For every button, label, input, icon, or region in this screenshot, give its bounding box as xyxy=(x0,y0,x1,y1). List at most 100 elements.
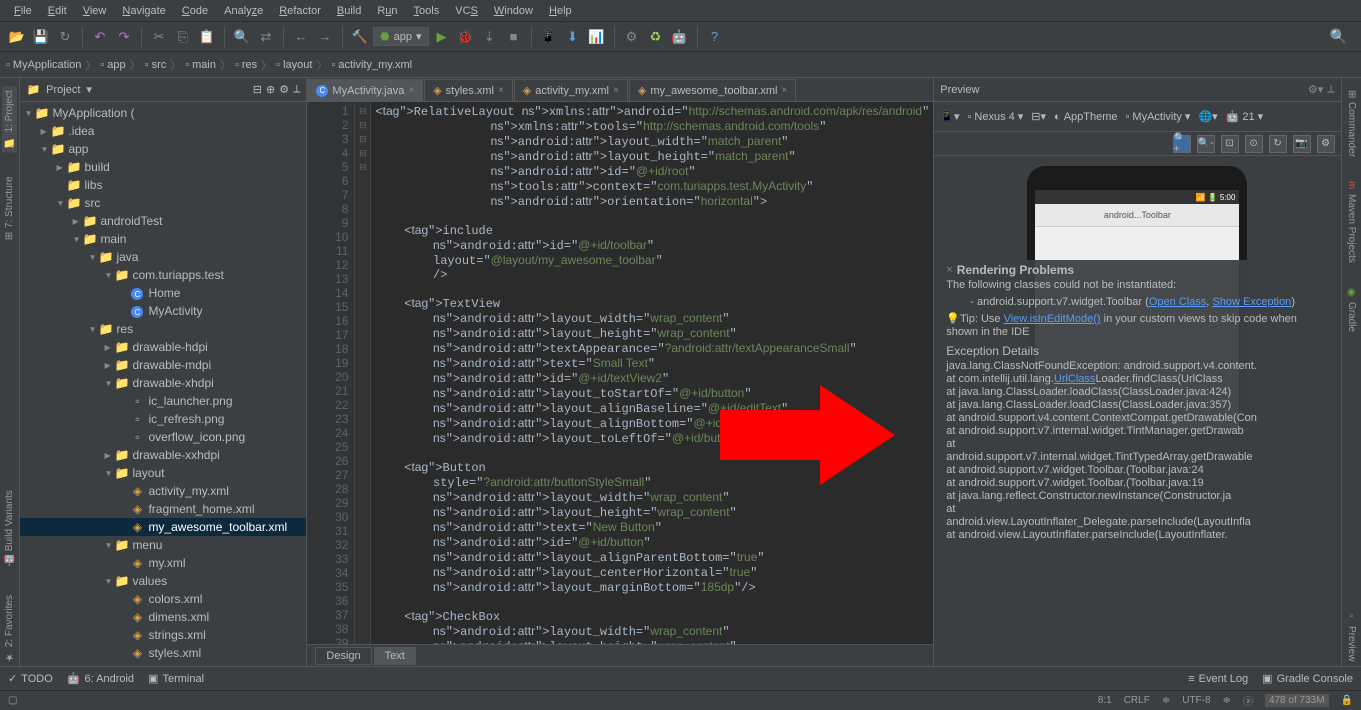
hide-icon[interactable]: ⟂ xyxy=(293,83,300,96)
gradle-console-button[interactable]: ▣ Gradle Console xyxy=(1262,672,1353,685)
scroll-icon[interactable]: ⊕ xyxy=(266,83,275,96)
menu-tools[interactable]: Tools xyxy=(406,5,448,17)
menu-build[interactable]: Build xyxy=(329,5,369,17)
memory-indicator[interactable]: 478 of 733M xyxy=(1265,694,1329,707)
indent-icon[interactable]: ⓐ xyxy=(1243,693,1253,708)
tree-row[interactable]: ▼📁java xyxy=(20,248,306,266)
close-icon[interactable]: × xyxy=(498,85,504,96)
menu-help[interactable]: Help xyxy=(541,5,580,17)
tree-row[interactable]: ◈colors.xml xyxy=(20,590,306,608)
menu-analyze[interactable]: Analyze xyxy=(216,5,271,17)
tree-row[interactable]: ▶📁build xyxy=(20,158,306,176)
close-icon[interactable]: × xyxy=(781,85,787,96)
show-exception-link[interactable]: Show Exception xyxy=(1212,296,1291,308)
orientation-button[interactable]: 📱▾ xyxy=(940,110,959,123)
menu-file[interactable]: File xyxy=(6,5,40,17)
breadcrumb-item[interactable]: ▫main xyxy=(185,59,216,71)
fold-gutter[interactable]: ⊟⊟⊟⊟⊟ xyxy=(355,102,371,644)
monitor-icon[interactable]: 📊 xyxy=(586,26,608,48)
text-tab[interactable]: Text xyxy=(374,647,416,665)
tab-build-variants[interactable]: 🤖Build Variants xyxy=(2,486,17,571)
stop-icon[interactable]: ■ xyxy=(503,26,525,48)
tree-row[interactable]: ▼📁MyApplication ( xyxy=(20,104,306,122)
menu-refactor[interactable]: Refactor xyxy=(271,5,329,17)
tree-row[interactable]: ▫ic_launcher.png xyxy=(20,392,306,410)
breadcrumb-item[interactable]: ▫layout xyxy=(276,59,312,71)
api-combo[interactable]: 🤖21▾ xyxy=(1226,110,1263,123)
undo-icon[interactable]: ↶ xyxy=(89,26,111,48)
gear-icon[interactable]: ⚙ xyxy=(279,83,289,96)
status-icon[interactable]: ▢ xyxy=(8,695,17,706)
menu-run[interactable]: Run xyxy=(369,5,405,17)
run-config-combo[interactable]: ⬣app ▾ xyxy=(373,27,429,46)
editor-tab[interactable]: CMyActivity.java× xyxy=(307,79,423,101)
close-icon[interactable]: × xyxy=(613,85,619,96)
android-icon[interactable]: 🤖 xyxy=(669,26,691,48)
menu-code[interactable]: Code xyxy=(174,5,216,17)
menu-edit[interactable]: Edit xyxy=(40,5,75,17)
todo-button[interactable]: ✓ TODO xyxy=(8,672,53,685)
editor-tab[interactable]: ◈activity_my.xml× xyxy=(514,79,628,101)
sync-gradle-icon[interactable]: ♻ xyxy=(645,26,667,48)
zoom-fit-icon[interactable]: ⊡ xyxy=(1221,135,1239,153)
capture-icon[interactable]: 📷 xyxy=(1293,135,1311,153)
gear-icon[interactable]: ⚙▾ xyxy=(1308,83,1323,96)
line-ending[interactable]: CRLF xyxy=(1124,695,1150,706)
tree-row[interactable]: ▼📁drawable-xhdpi xyxy=(20,374,306,392)
forward-icon[interactable]: → xyxy=(314,26,336,48)
tab-commander[interactable]: ⊞Commander xyxy=(1344,86,1359,161)
breadcrumb-item[interactable]: ▫src xyxy=(145,59,167,71)
settings-icon[interactable]: ⚙ xyxy=(1317,135,1335,153)
tree-row[interactable]: ◈strings.xml xyxy=(20,626,306,644)
run-icon[interactable]: ▶ xyxy=(431,26,453,48)
save-icon[interactable]: 💾 xyxy=(30,26,52,48)
collapse-icon[interactable]: ⊟ xyxy=(253,83,262,96)
zoom-out-icon[interactable]: 🔍- xyxy=(1197,135,1215,153)
menu-navigate[interactable]: Navigate xyxy=(114,5,173,17)
close-icon[interactable]: × xyxy=(408,85,414,96)
find-icon[interactable]: 🔍 xyxy=(231,26,253,48)
menu-view[interactable]: View xyxy=(75,5,115,17)
tree-row[interactable]: ▶📁drawable-hdpi xyxy=(20,338,306,356)
code-editor[interactable]: <tag">RelativeLayout ns">xmlns:attr">and… xyxy=(371,102,933,644)
structure-icon[interactable]: ⚙ xyxy=(621,26,643,48)
tree-row[interactable]: ▼📁src xyxy=(20,194,306,212)
activity-combo[interactable]: ▫ MyActivity▾ xyxy=(1126,110,1191,123)
refresh-icon[interactable]: ↻ xyxy=(1269,135,1287,153)
design-tab[interactable]: Design xyxy=(315,647,371,665)
tree-row[interactable]: ▫ic_refresh.png xyxy=(20,410,306,428)
tree-row[interactable]: ▼📁main xyxy=(20,230,306,248)
replace-icon[interactable]: ⇄ xyxy=(255,26,277,48)
config-button[interactable]: ⊟▾ xyxy=(1031,110,1046,123)
tree-row[interactable]: ▶📁drawable-mdpi xyxy=(20,356,306,374)
project-tree[interactable]: ▼📁MyApplication (▶📁.idea▼📁app▶📁build📁lib… xyxy=(20,102,306,666)
tree-row[interactable]: ▫overflow_icon.png xyxy=(20,428,306,446)
zoom-actual-icon[interactable]: ⊙ xyxy=(1245,135,1263,153)
close-icon[interactable]: × xyxy=(946,264,952,277)
tab-project[interactable]: 📁1: Project xyxy=(2,86,17,152)
tree-row[interactable]: ◈fragment_home.xml xyxy=(20,500,306,518)
debug-icon[interactable]: 🐞 xyxy=(455,26,477,48)
cut-icon[interactable]: ✂ xyxy=(148,26,170,48)
dropdown-icon[interactable]: ▾ xyxy=(86,83,92,96)
theme-combo[interactable]: ◐ AppTheme xyxy=(1054,111,1117,123)
device-combo[interactable]: ▫ Nexus 4▾ xyxy=(967,110,1023,123)
help-icon[interactable]: ? xyxy=(704,26,726,48)
menu-window[interactable]: Window xyxy=(486,5,541,17)
tree-row[interactable]: ▼📁res xyxy=(20,320,306,338)
terminal-button[interactable]: ▣ Terminal xyxy=(148,672,204,685)
make-icon[interactable]: 🔨 xyxy=(349,26,371,48)
open-icon[interactable]: 📂 xyxy=(6,26,28,48)
breadcrumb-item[interactable]: ▫app xyxy=(100,59,125,71)
tree-row[interactable]: ◈activity_my.xml xyxy=(20,482,306,500)
attach-icon[interactable]: ⇣ xyxy=(479,26,501,48)
tree-row[interactable]: ◈my.xml xyxy=(20,554,306,572)
editor-tab[interactable]: ◈my_awesome_toolbar.xml× xyxy=(629,79,796,101)
paste-icon[interactable]: 📋 xyxy=(196,26,218,48)
tab-preview[interactable]: ▫Preview xyxy=(1344,607,1359,666)
back-icon[interactable]: ← xyxy=(290,26,312,48)
open-class-link[interactable]: Open Class xyxy=(1149,296,1206,308)
editor-tab[interactable]: ◈styles.xml× xyxy=(424,79,513,101)
isineditmode-link[interactable]: View.isInEditMode() xyxy=(1004,313,1101,325)
tree-row[interactable]: 📁libs xyxy=(20,176,306,194)
